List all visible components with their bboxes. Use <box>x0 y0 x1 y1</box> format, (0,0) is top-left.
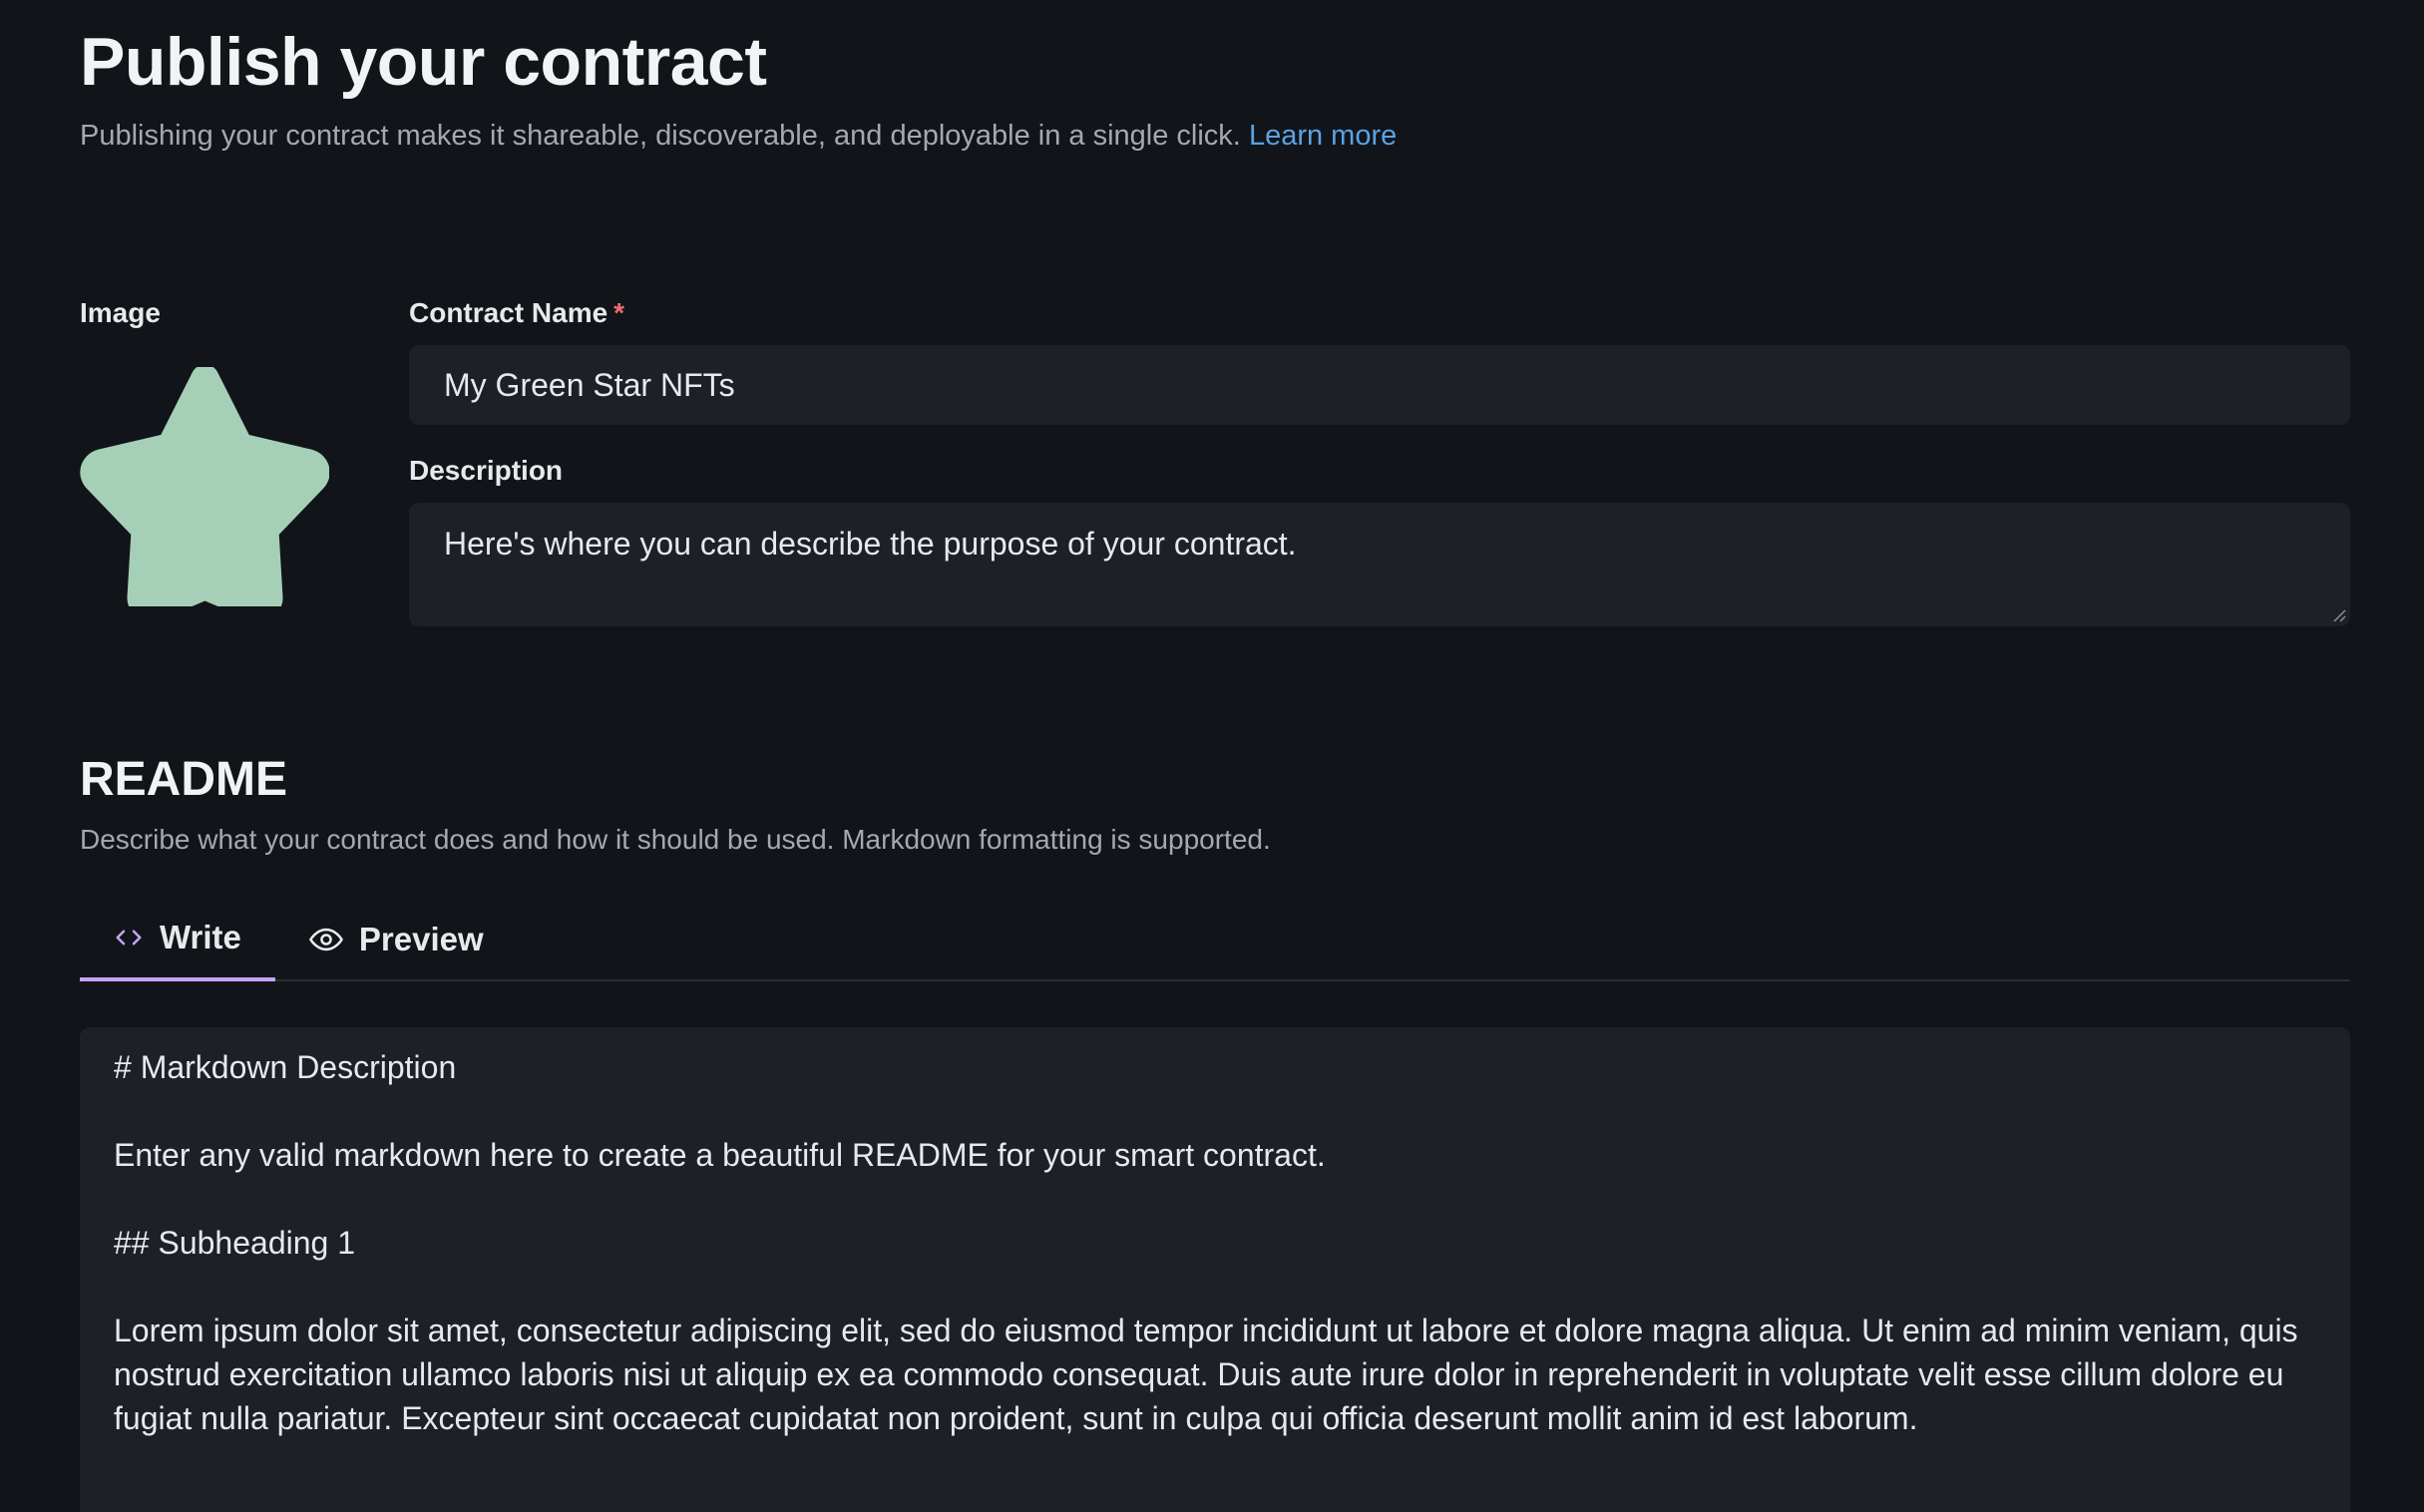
contract-image-upload[interactable] <box>80 364 330 621</box>
markdown-blank-line <box>114 1177 2316 1221</box>
description-textarea[interactable]: Here's where you can describe the purpos… <box>409 503 2350 626</box>
tab-preview-label: Preview <box>358 921 484 957</box>
fields-section: Contract Name* Description Here's where … <box>409 295 2350 626</box>
tab-write[interactable]: Write <box>80 898 275 981</box>
tab-write-label: Write <box>160 919 241 955</box>
image-section: Image <box>80 295 409 626</box>
learn-more-link[interactable]: Learn more <box>1249 120 1397 152</box>
markdown-line: # Markdown Description <box>114 1049 457 1085</box>
readme-markdown-editor[interactable]: # Markdown Description Enter any valid m… <box>80 1027 2350 1512</box>
eye-icon <box>309 923 343 956</box>
contract-name-label: Contract Name * <box>409 295 2350 331</box>
image-label: Image <box>80 297 161 328</box>
resize-handle-icon[interactable] <box>2332 608 2346 622</box>
tab-preview[interactable]: Preview <box>275 898 518 981</box>
markdown-paragraph: Lorem ipsum dolor sit amet, consectetur … <box>114 1313 2307 1436</box>
star-icon <box>80 364 330 621</box>
required-marker: * <box>613 297 625 328</box>
publish-page: Publish your contract Publishing your co… <box>0 0 2424 1512</box>
contract-name-input[interactable] <box>409 345 2350 425</box>
page-title: Publish your contract <box>80 24 767 100</box>
subtitle-text: Publishing your contract makes it sharea… <box>80 120 1241 152</box>
description-label: Description <box>409 455 564 486</box>
readme-heading: README <box>80 753 288 806</box>
contract-form: Image Contract Name* Description Here's … <box>80 295 2350 626</box>
readme-tabs: Write Preview <box>80 898 2350 981</box>
markdown-line: Enter any valid markdown here to create … <box>114 1137 1326 1173</box>
page-subtitle: Publishing your contract makes it sharea… <box>80 116 2350 156</box>
description-field: Here's where you can describe the purpos… <box>409 503 2350 626</box>
readme-description: Describe what your contract does and how… <box>80 824 1271 855</box>
markdown-blank-line <box>114 1089 2316 1133</box>
contract-name-label-text: Contract Name <box>409 297 608 328</box>
markdown-line: ## Subheading 1 <box>114 1225 355 1261</box>
markdown-blank-line <box>114 1265 2316 1309</box>
code-icon <box>114 923 144 952</box>
